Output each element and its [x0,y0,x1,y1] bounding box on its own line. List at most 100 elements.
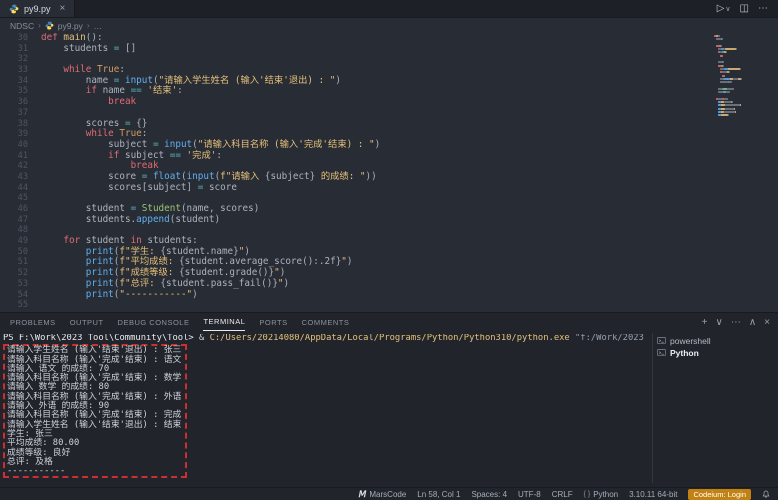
panel-tab-comments[interactable]: COMMENTS [302,313,350,331]
python-file-icon [9,4,19,14]
line-number[interactable]: 42 [0,161,28,172]
panel-tab-debug-console[interactable]: DEBUG CONSOLE [118,313,190,331]
editor-more-actions-icon[interactable]: ⋯ [758,3,768,14]
minimap-line [714,101,772,103]
line-number[interactable]: 33 [0,65,28,76]
close-panel-icon[interactable]: × [764,317,770,328]
code-line[interactable]: 44 scores[subject] = score [0,183,778,194]
more-actions-icon[interactable]: ⋯ [731,317,741,328]
minimap-line [714,38,772,40]
annotation-red-box: 请输入学生姓名 (输入'结束'退出) : 张三请输入科目名称 (输入'完成'结束… [3,344,187,478]
code-line[interactable]: 36 break [0,97,778,108]
minimap-line [714,45,772,47]
tab-py9py[interactable]: py9.py × [0,0,75,17]
line-number[interactable]: 50 [0,247,28,258]
panel-actions: + ∨ ⋯ ∧ × [702,313,770,331]
code-line[interactable]: 54 print("-----------") [0,290,778,301]
language-label: Python [593,490,618,499]
breadcrumb-symbol[interactable]: … [93,21,102,31]
breadcrumb-file[interactable]: py9.py [58,21,83,31]
language-mode[interactable]: { } Python [584,490,619,499]
launch-profile-chevron-icon[interactable]: ∨ [716,317,723,328]
minimap-line [714,71,772,73]
minimap-line [714,117,772,119]
line-number[interactable]: 38 [0,119,28,130]
line-number[interactable]: 45 [0,193,28,204]
line-number[interactable]: 52 [0,268,28,279]
line-number[interactable]: 34 [0,76,28,87]
terminal-prompt-line[interactable]: PS F:\Work\2023 Tool\Community\Tool> [3,478,648,484]
line-number[interactable]: 37 [0,108,28,119]
split-editor-icon[interactable]: ◫ [740,3,749,14]
line-number[interactable]: 32 [0,54,28,65]
breadcrumb-folder[interactable]: NDSC [10,21,34,31]
python-interpreter[interactable]: 3.10.11 64-bit [629,490,677,499]
line-number[interactable]: 30 [0,33,28,44]
panel-tab-bar: PROBLEMS OUTPUT DEBUG CONSOLE TERMINAL PORTS… [10,313,349,331]
breadcrumb: NDSC › py9.py › … [0,19,778,32]
line-number[interactable]: 53 [0,279,28,290]
python-file-icon [45,21,54,30]
run-dropdown-icon[interactable]: ∨ [725,5,730,13]
line-number[interactable]: 31 [0,44,28,55]
minimap-line [714,65,772,67]
indentation-status[interactable]: Spaces: 4 [471,490,507,499]
editor-tab-bar: py9.py × ▷ ∨ ◫ ⋯ [0,0,778,18]
line-number[interactable]: 39 [0,129,28,140]
code-line[interactable]: 55 [0,300,778,311]
minimap-line [714,61,772,63]
terminal-session-powershell[interactable]: powershell [657,335,778,347]
marscode-status-item[interactable]: 𝘔 MarsCode [359,489,407,500]
tab-close-icon[interactable]: × [60,3,66,14]
line-number[interactable]: 40 [0,140,28,151]
minimap-line [714,98,772,100]
status-bar: 𝘔 MarsCode Ln 58, Col 1 Spaces: 4 UTF-8 … [0,487,778,500]
minimap-line [714,114,772,116]
session-label: powershell [670,336,711,346]
minimap-line [714,58,772,60]
encoding-status[interactable]: UTF-8 [518,490,541,499]
line-number[interactable]: 43 [0,172,28,183]
panel-tab-ports[interactable]: PORTS [259,313,287,331]
codeium-login-button[interactable]: Codeium: Login [688,489,751,500]
breadcrumb-separator: › [38,21,41,30]
new-terminal-icon[interactable]: + [702,317,708,328]
code-text: scores[subject] = score [41,183,237,194]
line-number[interactable]: 35 [0,86,28,97]
code-text: students = [] [41,44,136,55]
minimap-line [714,108,772,110]
marscode-logo-icon: 𝘔 [359,489,367,500]
code-editor[interactable]: 30def main():31 students = []3233 while … [0,33,778,312]
minimap-line [714,75,772,77]
code-line[interactable]: 31 students = [] [0,44,778,55]
panel-tab-problems[interactable]: PROBLEMS [10,313,56,331]
bottom-panel: PROBLEMS OUTPUT DEBUG CONSOLE TERMINAL PORTS… [0,312,778,487]
line-number[interactable]: 48 [0,225,28,236]
line-number[interactable]: 54 [0,290,28,301]
code-body: 30def main():31 students = []3233 while … [0,33,778,311]
line-number[interactable]: 44 [0,183,28,194]
panel-tab-output[interactable]: OUTPUT [70,313,104,331]
marscode-label: MarsCode [369,490,406,499]
eol-status[interactable]: CRLF [552,490,573,499]
line-number[interactable]: 46 [0,204,28,215]
maximize-panel-icon[interactable]: ∧ [749,317,756,328]
line-number[interactable]: 47 [0,215,28,226]
line-number[interactable]: 49 [0,236,28,247]
cursor-position[interactable]: Ln 58, Col 1 [417,490,460,499]
minimap[interactable] [714,35,772,155]
terminal-output[interactable]: PS F:\Work\2023 Tool\Community\Tool> & C… [3,334,648,484]
panel-tab-terminal[interactable]: TERMINAL [203,313,245,331]
terminal-session-python[interactable]: Python [657,347,778,359]
minimap-line [714,51,772,53]
line-number[interactable]: 36 [0,97,28,108]
terminal-icon [657,348,666,359]
minimap-line [714,94,772,96]
line-number[interactable]: 51 [0,257,28,268]
code-text: print("-----------") [41,290,198,301]
code-line[interactable]: 47 students.append(student) [0,215,778,226]
line-number[interactable]: 55 [0,300,28,311]
notifications-bell-icon[interactable] [762,490,770,499]
line-number[interactable]: 41 [0,151,28,162]
run-button[interactable]: ▷ ∨ [717,3,731,14]
